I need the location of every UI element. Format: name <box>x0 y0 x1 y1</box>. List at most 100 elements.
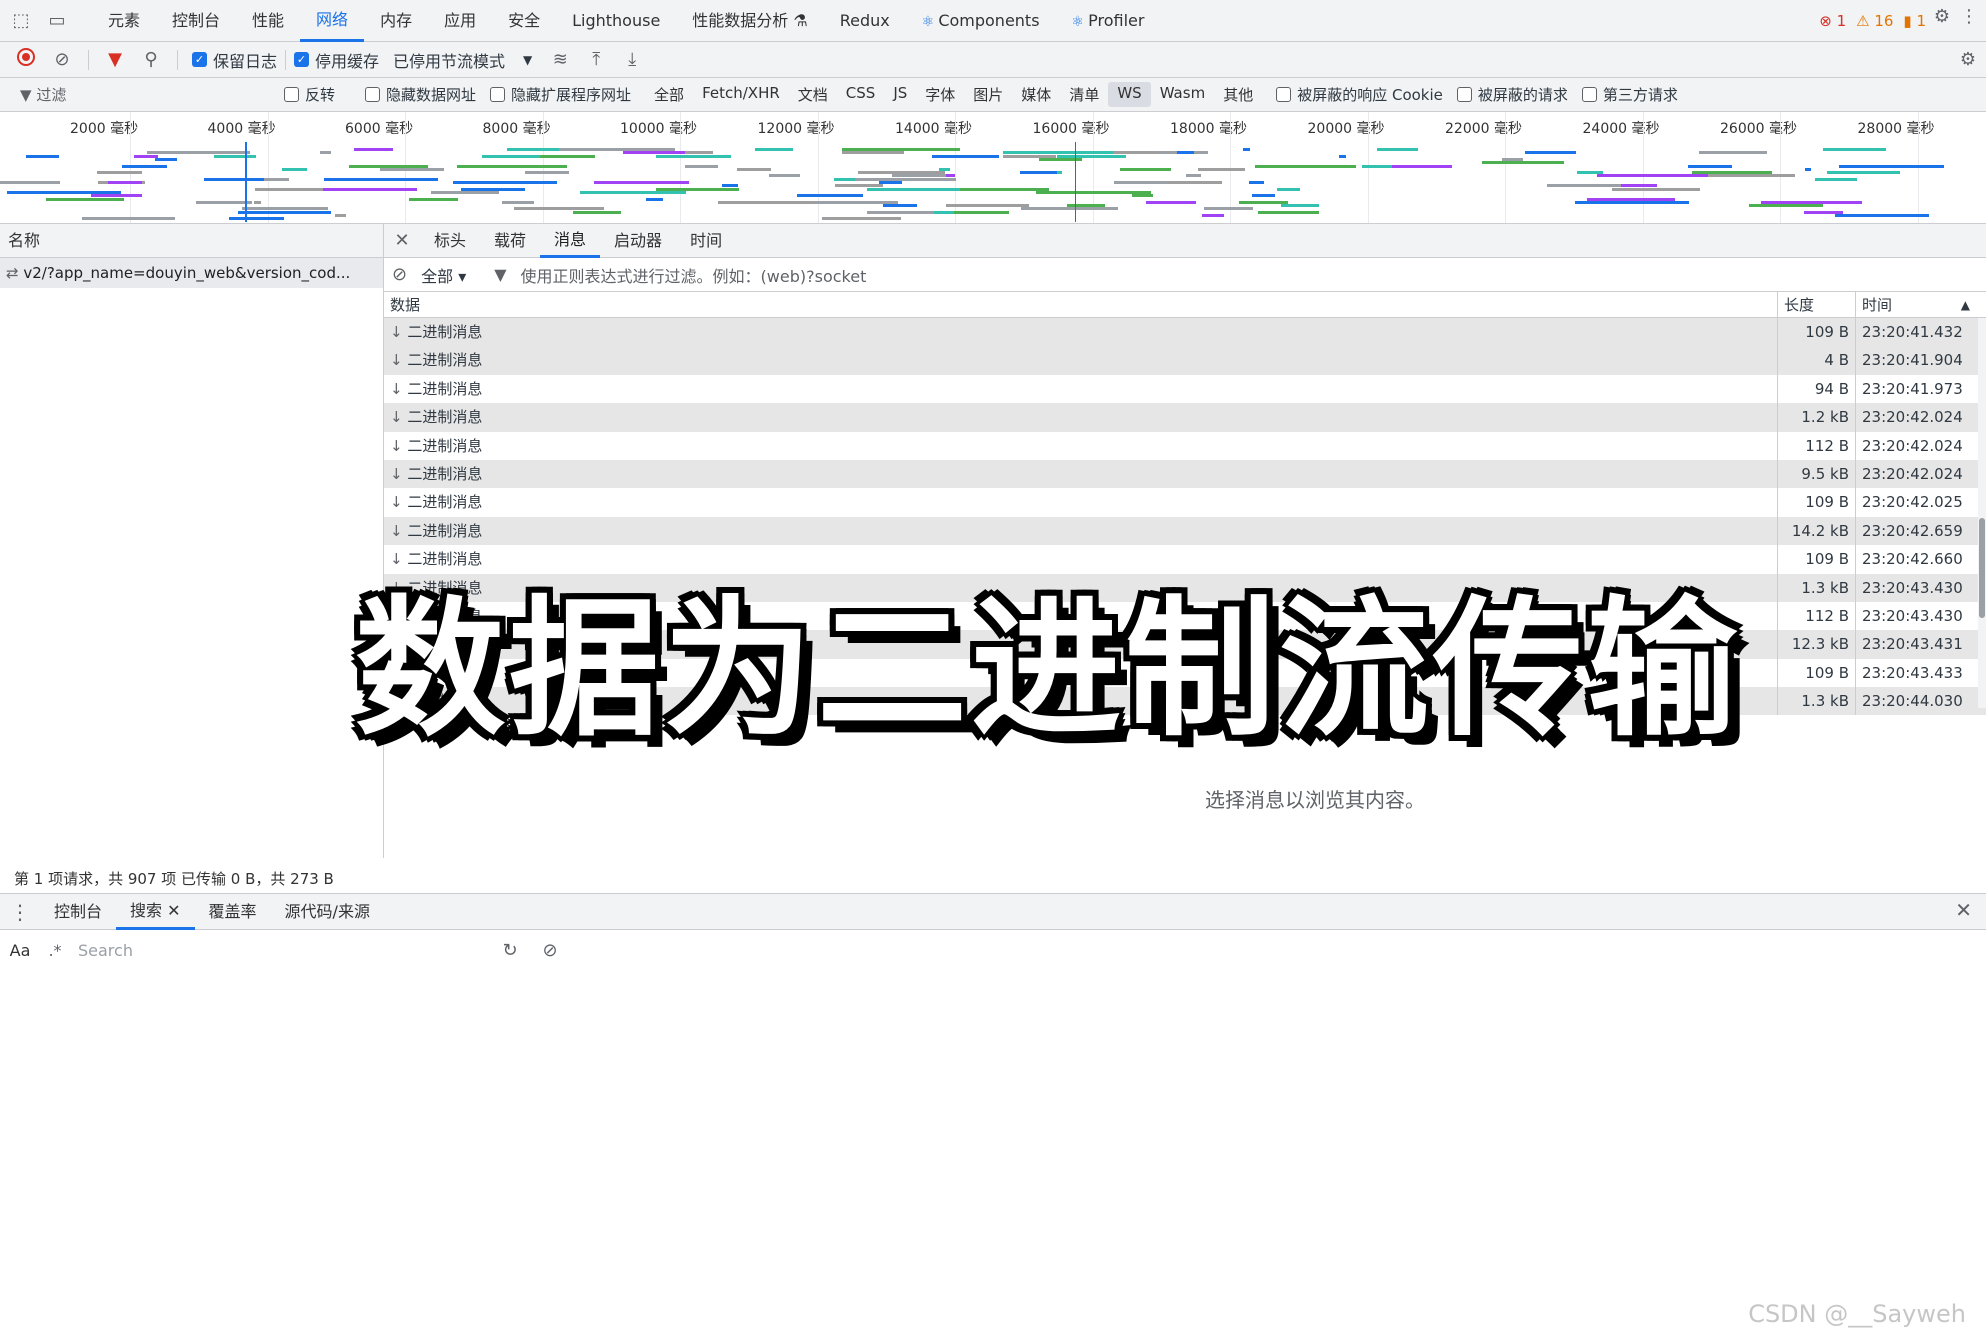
type-filter-2[interactable]: 文档 <box>789 82 837 107</box>
error-count[interactable]: ⊗ 1 <box>1819 12 1846 30</box>
warning-count[interactable]: ⚠ 16 <box>1856 12 1893 30</box>
grid-scrollbar[interactable] <box>1978 318 1986 708</box>
clear-button[interactable]: ⊘ <box>44 49 80 70</box>
filter-placeholder: 过滤 <box>36 86 67 104</box>
network-overview-timeline[interactable]: 2000 毫秒 4000 毫秒 6000 毫秒 8000 毫秒 10000 毫秒 1200… <box>0 112 1986 224</box>
waterfall-bar <box>1803 210 1843 214</box>
tab-2[interactable]: 性能 <box>236 0 300 42</box>
drawer-tab-3[interactable]: 源代码/来源 <box>271 894 384 930</box>
message-row[interactable]: ↓ 二进制消息 1.2 kB 23:20:42.024 <box>384 403 1986 432</box>
record-icon <box>17 48 35 66</box>
type-filter-10[interactable]: Wasm <box>1151 82 1215 107</box>
third-party-checkbox[interactable]: 第三方请求 <box>1581 84 1678 105</box>
detail-tab-0[interactable]: 标头 <box>420 224 480 258</box>
drawer-tab-1[interactable]: 搜索 ✕ <box>116 894 195 930</box>
type-filter-1[interactable]: Fetch/XHR <box>693 82 789 107</box>
network-conditions-wifi-icon[interactable]: ≋ <box>542 49 578 70</box>
tab-6[interactable]: 安全 <box>492 0 556 42</box>
search-input[interactable]: Search <box>70 941 490 960</box>
hide-data-urls-checkbox[interactable]: 隐藏数据网址 <box>365 84 476 105</box>
type-filter-6[interactable]: 图片 <box>964 82 1012 107</box>
type-filter-8[interactable]: 清单 <box>1060 82 1108 107</box>
tab-8[interactable]: 性能数据分析 ⚗ <box>676 0 823 42</box>
waterfall-bar <box>1251 194 1275 198</box>
invert-checkbox[interactable]: 反转 <box>284 84 335 105</box>
type-filter-0[interactable]: 全部 <box>645 82 693 107</box>
refresh-icon[interactable]: ↻ <box>490 940 530 961</box>
more-options-icon[interactable]: ⋮ <box>1960 6 1978 27</box>
close-detail-icon[interactable]: ✕ <box>384 230 420 251</box>
tab-11[interactable]: ⚛ Profiler <box>1056 0 1161 42</box>
type-filter-4[interactable]: JS <box>884 82 916 107</box>
detail-tab-1[interactable]: 载荷 <box>480 224 540 258</box>
inspect-element-icon[interactable]: ⬚ <box>6 6 36 36</box>
tab-7[interactable]: Lighthouse <box>556 0 676 42</box>
close-drawer-icon[interactable]: ✕ <box>1955 898 1972 922</box>
tab-4[interactable]: 内存 <box>364 0 428 42</box>
tab-label: 网络 <box>316 9 349 29</box>
preserve-log-checkbox[interactable]: ✓ 保留日志 <box>192 48 277 72</box>
message-row[interactable]: ↓ 二进制消息 94 B 23:20:41.973 <box>384 374 1986 404</box>
request-row[interactable]: ⇄ v2/?app_name=douyin_web&version_cod... <box>0 258 383 288</box>
filter-input[interactable]: ▼ 过滤 <box>0 84 270 105</box>
disable-cache-checkbox[interactable]: ✓ 停用缓存 <box>294 48 379 72</box>
waterfall-bar <box>645 197 664 201</box>
tab-0[interactable]: 元素 <box>92 0 156 42</box>
detail-tab-4[interactable]: 时间 <box>676 224 736 258</box>
filter-funnel-icon[interactable]: ▼ <box>97 49 133 70</box>
name-column-header[interactable]: 名称 <box>0 224 383 258</box>
message-row[interactable]: ↓ 二进制消息 109 B 23:20:41.432 <box>384 318 1986 347</box>
message-row[interactable]: ↓ 二进制消息 9.5 kB 23:20:42.024 <box>384 459 1986 489</box>
tab-10[interactable]: ⚛ Components <box>906 0 1056 42</box>
detail-tab-3[interactable]: 启动器 <box>600 224 676 258</box>
clear-search-icon[interactable]: ⊘ <box>530 940 570 961</box>
message-filter-input[interactable]: 使用正则表达式进行过滤。例如：(web)?socket <box>521 263 867 287</box>
tab-9[interactable]: Redux <box>824 0 906 42</box>
drawer-menu-icon[interactable]: ⋮ <box>0 900 40 924</box>
record-button[interactable] <box>8 48 44 71</box>
issue-count[interactable]: ▮ 1 <box>1903 12 1926 30</box>
message-scope-select[interactable]: 全部 ▾ <box>421 263 466 287</box>
waterfall-bar <box>814 200 898 204</box>
type-filter-5[interactable]: 字体 <box>916 82 964 107</box>
chevron-down-icon[interactable]: ▼ <box>523 53 532 67</box>
drawer-tab-0[interactable]: 控制台 <box>40 894 116 930</box>
blocked-cookies-checkbox[interactable]: 被屏蔽的响应 Cookie <box>1276 84 1443 105</box>
length-column-header[interactable]: 长度 <box>1778 292 1856 317</box>
type-filter-11[interactable]: 其他 <box>1214 82 1262 107</box>
throttle-select[interactable]: 已停用节流模式 <box>393 48 505 72</box>
type-filter-7[interactable]: 媒体 <box>1012 82 1060 107</box>
overlay-caption: 数据为二进制流传输 <box>355 583 1742 757</box>
detail-tab-2[interactable]: 消息 <box>540 224 601 258</box>
message-data-text: 二进制消息 <box>407 408 483 427</box>
network-settings-gear-icon[interactable]: ⚙ <box>1960 49 1976 70</box>
match-case-toggle[interactable]: Aa <box>0 941 40 960</box>
hide-extension-urls-checkbox[interactable]: 隐藏扩展程序网址 <box>490 84 631 105</box>
message-row[interactable]: ↓ 二进制消息 4 B 23:20:41.904 <box>384 346 1986 375</box>
regex-toggle[interactable]: .* <box>40 941 70 960</box>
clear-messages-icon[interactable]: ⊘ <box>392 264 407 285</box>
drawer-tab-2[interactable]: 覆盖率 <box>195 894 271 930</box>
type-filter-9[interactable]: WS <box>1108 82 1151 107</box>
blocked-requests-checkbox[interactable]: 被屏蔽的请求 <box>1456 84 1568 105</box>
message-row[interactable]: ↓ 二进制消息 109 B 23:20:42.025 <box>384 488 1986 517</box>
device-toolbar-icon[interactable]: ▭ <box>42 6 72 36</box>
scrollbar-thumb[interactable] <box>1979 518 1985 618</box>
data-column-header[interactable]: 数据 <box>384 292 1778 317</box>
tab-1[interactable]: 控制台 <box>156 0 236 42</box>
tab-5[interactable]: 应用 <box>428 0 492 42</box>
message-row[interactable]: ↓ 二进制消息 109 B 23:20:42.660 <box>384 545 1986 574</box>
import-har-upload-icon[interactable]: ⤒ <box>578 49 614 70</box>
tab-3[interactable]: 网络 <box>300 0 365 42</box>
export-har-download-icon[interactable]: ⤓ <box>614 49 650 70</box>
time-column-header[interactable]: 时间 ▲ <box>1856 292 1986 317</box>
message-length: 4 B <box>1778 346 1856 375</box>
issue-counters[interactable]: ⊗ 1 ⚠ 16 ▮ 1 <box>1819 0 1926 42</box>
message-row[interactable]: ↓ 二进制消息 112 B 23:20:42.024 <box>384 431 1986 460</box>
settings-gear-icon[interactable]: ⚙ <box>1934 6 1950 27</box>
close-tab-icon[interactable]: ✕ <box>162 901 180 920</box>
search-icon[interactable]: ⚲ <box>133 49 169 70</box>
clear-icon: ⊘ <box>54 49 70 70</box>
type-filter-3[interactable]: CSS <box>837 82 885 107</box>
message-row[interactable]: ↓ 二进制消息 14.2 kB 23:20:42.659 <box>384 516 1986 546</box>
